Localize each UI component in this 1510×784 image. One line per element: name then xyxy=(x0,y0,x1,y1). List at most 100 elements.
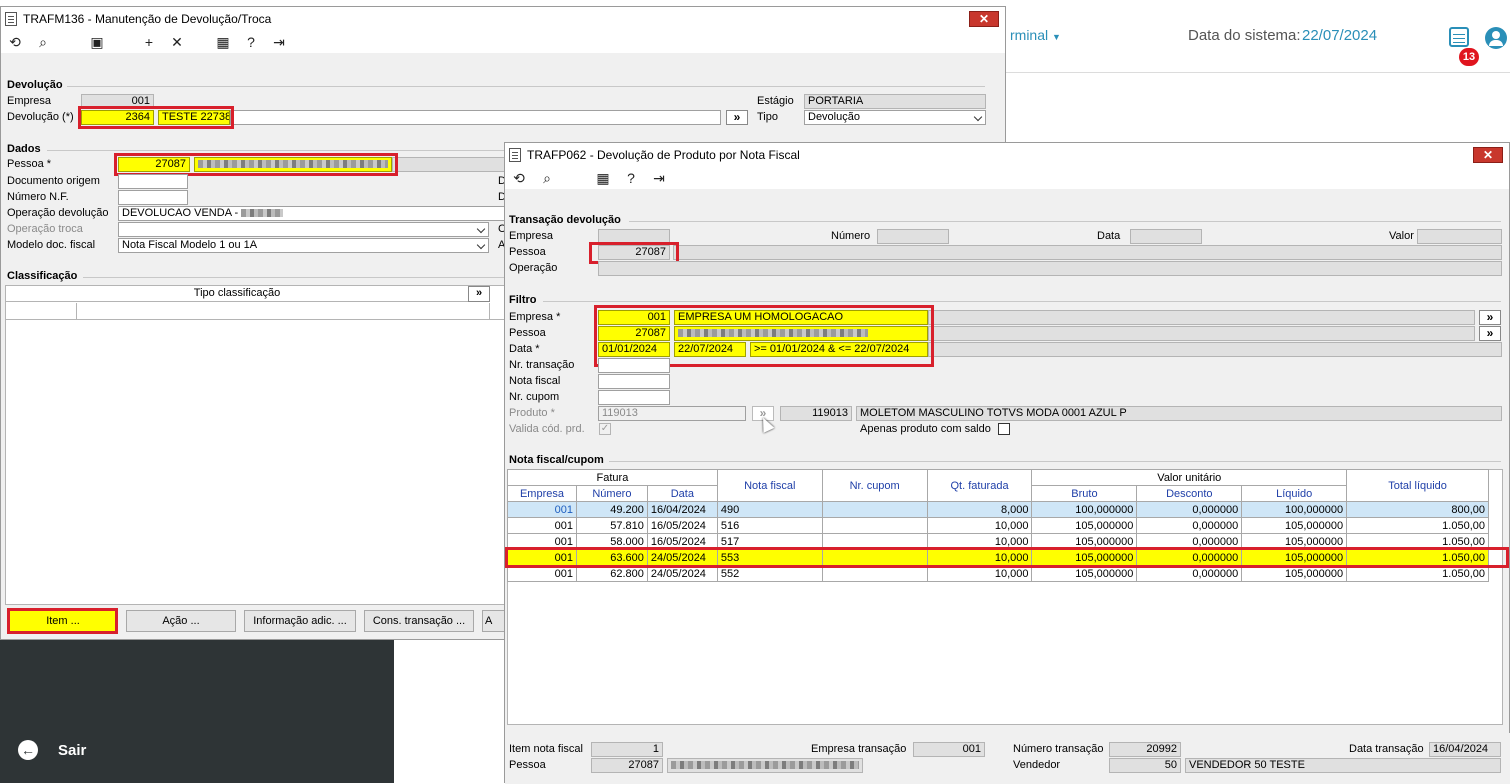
col-desconto[interactable]: Desconto xyxy=(1136,485,1243,502)
tipo-label: Tipo xyxy=(757,111,778,123)
cell-bruto[interactable]: 100,000000 xyxy=(1031,501,1138,518)
titlebar: TRAFM136 - Manutenção de Devolução/Troca xyxy=(1,7,1005,31)
col-nr-cupom[interactable]: Nr. cupom xyxy=(821,469,928,502)
help-icon[interactable]: ? xyxy=(243,34,259,50)
refresh-icon[interactable]: ⟲ xyxy=(511,170,527,186)
acao-button[interactable]: Ação ... xyxy=(126,610,236,632)
col-qt-faturada[interactable]: Qt. faturada xyxy=(926,469,1033,502)
col-total-liquido[interactable]: Total líquido xyxy=(1346,469,1489,502)
cell-bruto[interactable]: 105,000000 xyxy=(1031,517,1138,534)
lookup-button[interactable]: » xyxy=(726,110,748,125)
save-icon[interactable]: ▣ xyxy=(89,34,105,50)
footer-bar: Item nota fiscal 1 Empresa transação 001… xyxy=(505,733,1510,784)
cell-desconto[interactable]: 0,000000 xyxy=(1136,517,1243,534)
numero-trans-label: Número transação xyxy=(1013,743,1104,755)
cell-qt[interactable]: 8,000 xyxy=(926,501,1033,518)
empresa-lookup-button[interactable]: » xyxy=(1479,310,1501,325)
nota-fiscal-label: Nota fiscal xyxy=(509,375,561,387)
cell-data[interactable]: 16/05/2024 xyxy=(646,517,718,534)
nota-fiscal-field[interactable] xyxy=(598,374,670,389)
operacao-dev-field[interactable]: DEVOLUCAO VENDA - xyxy=(118,206,507,221)
cell-nf[interactable]: 490 xyxy=(716,501,823,518)
window-title: TRAFM136 - Manutenção de Devolução/Troca xyxy=(23,12,272,26)
tipo-select[interactable]: Devolução xyxy=(804,110,986,125)
refresh-icon[interactable]: ⟲ xyxy=(7,34,23,50)
cell-total[interactable]: 800,00 xyxy=(1346,501,1489,518)
caret-down-icon: ▼ xyxy=(1052,32,1061,42)
doc-origem-label: Documento origem xyxy=(7,175,100,187)
notification-badge: 13 xyxy=(1459,48,1479,66)
col-numero[interactable]: Número xyxy=(575,485,648,502)
empresa-label: Empresa * xyxy=(509,311,561,323)
col-liquido[interactable]: Líquido xyxy=(1241,485,1348,502)
add-icon[interactable]: + xyxy=(141,34,157,50)
exit-icon[interactable]: ← xyxy=(18,740,38,760)
operacao-label: Operação xyxy=(509,262,558,274)
cons-transacao-button[interactable]: Cons. transação ... xyxy=(364,610,474,632)
produto-field[interactable]: 119013 xyxy=(598,406,746,421)
numero-nf-label: Número N.F. xyxy=(7,191,69,203)
terminal-menu[interactable]: rminal ▼ xyxy=(1010,27,1061,43)
cell-nf[interactable]: 516 xyxy=(716,517,823,534)
delete-icon[interactable]: ✕ xyxy=(169,34,185,50)
user-avatar-icon[interactable] xyxy=(1485,27,1507,49)
group-dados: Dados xyxy=(7,143,41,155)
table-row[interactable]: 001 49.200 16/04/2024 490 8,000 100,000000 0,0… xyxy=(507,501,1489,518)
devolucao-label: Devolução (*) xyxy=(7,111,74,123)
grid-cell[interactable] xyxy=(76,303,77,320)
col-nota-fiscal[interactable]: Nota fiscal xyxy=(716,469,823,502)
col-bruto[interactable]: Bruto xyxy=(1031,485,1138,502)
highlight-box xyxy=(78,106,234,129)
valor-field xyxy=(1417,229,1502,244)
col-tipo-classificacao: Tipo classificação xyxy=(193,287,281,299)
col-empresa[interactable]: Empresa xyxy=(507,485,577,502)
cell-cupom[interactable] xyxy=(821,517,928,534)
cell-empresa[interactable]: 001 xyxy=(507,501,577,518)
col-data[interactable]: Data xyxy=(646,485,718,502)
pessoa-name-field xyxy=(667,758,863,773)
cell-liquido[interactable]: 100,000000 xyxy=(1241,501,1348,518)
cell-numero[interactable]: 49.200 xyxy=(575,501,648,518)
nr-transacao-field[interactable] xyxy=(598,358,670,373)
search-icon[interactable]: ⌕ xyxy=(539,170,555,186)
cell-data[interactable]: 16/04/2024 xyxy=(646,501,718,518)
titlebar: TRAFP062 - Devolução de Produto por Nota… xyxy=(505,143,1509,167)
cell-qt[interactable]: 10,000 xyxy=(926,517,1033,534)
exit-label[interactable]: Sair xyxy=(58,742,86,759)
doc-origem-field[interactable] xyxy=(118,174,188,189)
grid-expand-button[interactable]: » xyxy=(468,286,490,302)
close-button[interactable]: ✕ xyxy=(969,11,999,27)
table-row[interactable]: 001 57.810 16/05/2024 516 10,000 105,000000 0,… xyxy=(507,517,1489,534)
exit-icon[interactable]: ⇥ xyxy=(271,34,287,50)
window-trafp062: TRAFP062 - Devolução de Produto por Nota… xyxy=(504,142,1510,784)
valida-checkbox[interactable]: ✓ xyxy=(599,423,611,435)
cell-empresa[interactable]: 001 xyxy=(507,517,577,534)
apenas-checkbox[interactable] xyxy=(998,423,1010,435)
info-adic-button[interactable]: Informação adic. ... xyxy=(244,610,356,632)
calendar-icon[interactable] xyxy=(1449,27,1469,47)
operacao-troca-select[interactable] xyxy=(118,222,489,237)
exit-icon[interactable]: ⇥ xyxy=(651,170,667,186)
devolucao-desc-extend[interactable] xyxy=(230,110,721,125)
close-button[interactable]: ✕ xyxy=(1473,147,1503,163)
cell-liquido[interactable]: 105,000000 xyxy=(1241,517,1348,534)
nr-cupom-field[interactable] xyxy=(598,390,670,405)
cell-total[interactable]: 1.050,00 xyxy=(1346,517,1489,534)
cell-desconto[interactable]: 0,000000 xyxy=(1136,501,1243,518)
cell-numero[interactable]: 57.810 xyxy=(575,517,648,534)
grid-cell[interactable] xyxy=(489,303,490,320)
calendar-icon[interactable]: ▦ xyxy=(595,170,611,186)
apenas-label: Apenas produto com saldo xyxy=(860,423,991,435)
numero-nf-field[interactable] xyxy=(118,190,188,205)
estagio-field: PORTARIA xyxy=(804,94,986,109)
modelo-select[interactable]: Nota Fiscal Modelo 1 ou 1A xyxy=(118,238,489,253)
grid-row[interactable] xyxy=(6,303,506,320)
cell-cupom[interactable] xyxy=(821,501,928,518)
search-icon[interactable]: ⌕ xyxy=(35,34,51,50)
help-icon[interactable]: ? xyxy=(623,170,639,186)
produto-code-field: 119013 xyxy=(780,406,852,421)
pessoa-lookup-button[interactable]: » xyxy=(1479,326,1501,341)
divider xyxy=(629,221,1501,222)
calendar-icon[interactable]: ▦ xyxy=(215,34,231,50)
numero-label: Número xyxy=(831,230,871,242)
